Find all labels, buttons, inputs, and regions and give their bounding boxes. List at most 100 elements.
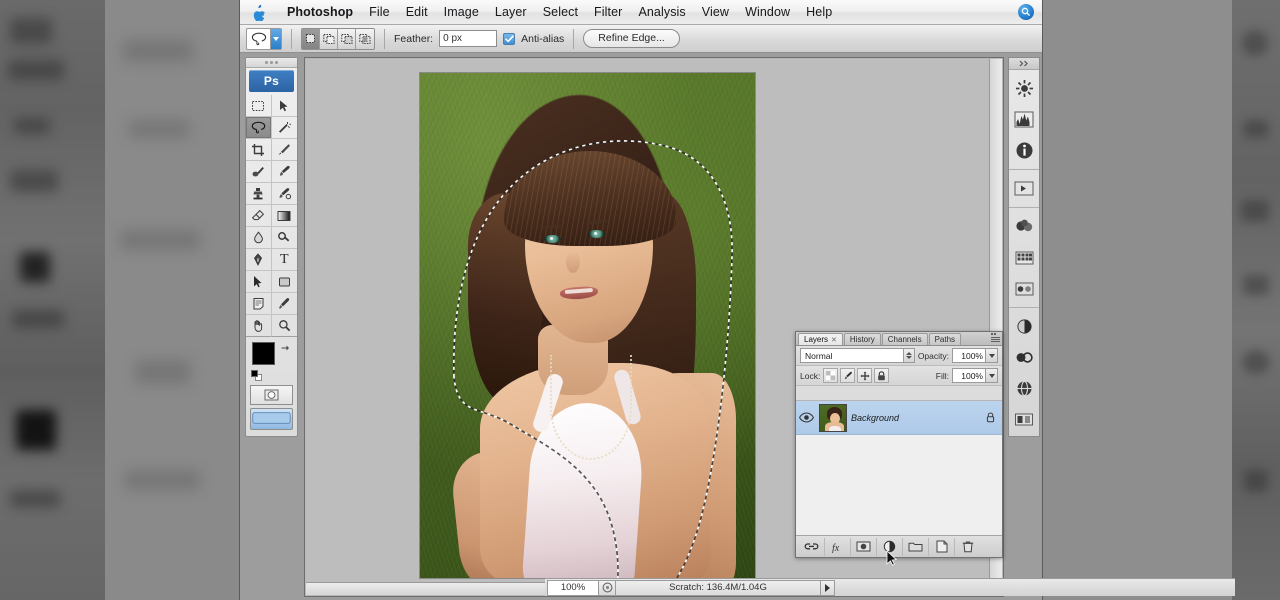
panel-menu-icon[interactable] xyxy=(991,333,1000,342)
menu-item-help[interactable]: Help xyxy=(798,0,840,25)
styles-icon[interactable] xyxy=(1009,273,1039,304)
history-brush-icon[interactable] xyxy=(271,183,297,205)
eyedropper-icon[interactable] xyxy=(271,293,297,315)
lasso-tool-icon[interactable] xyxy=(246,27,282,50)
tab-layers[interactable]: Layers ✕ xyxy=(798,333,843,345)
lock-position-button[interactable] xyxy=(857,368,873,383)
layer-mask-button[interactable] xyxy=(851,537,877,556)
color-wheel-icon[interactable] xyxy=(1009,211,1039,242)
zoom-level-field[interactable]: 100% xyxy=(547,579,599,596)
magnifier-icon[interactable] xyxy=(271,315,297,337)
dock-group-2 xyxy=(1009,170,1039,208)
new-group-button[interactable] xyxy=(903,537,929,556)
blend-mode-select[interactable]: Normal xyxy=(800,348,915,363)
menu-item-image[interactable]: Image xyxy=(436,0,487,25)
menu-item-file[interactable]: File xyxy=(361,0,398,25)
options-divider-1 xyxy=(291,28,292,49)
foreground-color-swatch[interactable] xyxy=(252,342,275,365)
selection-mode-group xyxy=(301,27,375,50)
move-arrow-icon[interactable] xyxy=(271,95,297,117)
path-arrow-icon[interactable] xyxy=(246,271,272,293)
new-selection-button[interactable] xyxy=(302,28,320,49)
eye-icon[interactable] xyxy=(798,409,815,426)
link-layers-button[interactable] xyxy=(799,537,825,556)
menu-item-photoshop[interactable]: Photoshop xyxy=(279,0,361,25)
lock-fill-row: Lock: Fill: 100% xyxy=(796,366,1002,386)
clone-stamp-icon[interactable] xyxy=(246,183,272,205)
marquee-tool-button[interactable] xyxy=(246,95,272,117)
layer-comps-icon[interactable] xyxy=(1009,404,1039,435)
menu-bar: Photoshop File Edit Image Layer Select F… xyxy=(240,0,1042,25)
magic-wand-icon[interactable] xyxy=(271,117,297,139)
chevron-down-icon[interactable] xyxy=(270,28,281,49)
document-preview-icon[interactable] xyxy=(599,579,616,596)
layer-style-button[interactable]: fx xyxy=(825,537,851,556)
menu-item-select[interactable]: Select xyxy=(535,0,586,25)
lock-transparent-pixels-button[interactable] xyxy=(823,368,839,383)
slice-knife-icon[interactable] xyxy=(271,139,297,161)
dodge-icon[interactable] xyxy=(271,227,297,249)
layer-thumbnail[interactable] xyxy=(819,403,847,432)
gradient-icon[interactable] xyxy=(271,205,297,227)
menu-item-layer[interactable]: Layer xyxy=(487,0,535,25)
animation-frames-icon[interactable] xyxy=(1009,173,1039,204)
lock-all-button[interactable] xyxy=(874,368,890,383)
swap-colors-icon[interactable] xyxy=(280,341,290,351)
chevron-updown-icon[interactable] xyxy=(902,349,914,362)
opacity-value[interactable]: 100% xyxy=(952,348,986,363)
photo-image[interactable] xyxy=(419,72,756,579)
character-icon[interactable] xyxy=(1009,373,1039,404)
crop-tool-icon[interactable] xyxy=(246,139,272,161)
antialias-checkbox[interactable] xyxy=(503,32,516,45)
rectangle-shape-icon[interactable] xyxy=(271,271,297,293)
screen-mode-icon[interactable] xyxy=(250,408,293,430)
fill-value[interactable]: 100% xyxy=(952,368,986,383)
table-row[interactable]: Background xyxy=(796,401,1002,435)
text-T-icon[interactable]: T xyxy=(271,249,297,271)
double-chevron-icon[interactable] xyxy=(1009,58,1039,70)
search-icon[interactable] xyxy=(1018,4,1034,20)
brush-settings-icon[interactable] xyxy=(1009,73,1039,104)
note-icon[interactable] xyxy=(246,293,272,315)
add-to-selection-button[interactable] xyxy=(320,28,338,49)
opacity-chevron-down-icon[interactable] xyxy=(986,348,998,363)
masks-icon[interactable] xyxy=(1009,342,1039,373)
refine-edge-button[interactable]: Refine Edge... xyxy=(583,29,680,48)
menu-item-view[interactable]: View xyxy=(694,0,737,25)
toolbox-drag-handle[interactable] xyxy=(246,58,297,68)
blur-drop-icon[interactable] xyxy=(246,227,272,249)
lock-image-pixels-button[interactable] xyxy=(840,368,856,383)
apple-logo-icon[interactable] xyxy=(252,4,267,21)
menu-item-window[interactable]: Window xyxy=(737,0,798,25)
layers-panel-footer: fx xyxy=(796,535,1002,557)
lasso-tool-button[interactable] xyxy=(246,117,272,139)
swatches-grid-icon[interactable] xyxy=(1009,242,1039,273)
tab-history[interactable]: History xyxy=(843,333,881,345)
adjustments-icon[interactable] xyxy=(1009,311,1039,342)
standard-mode-icon[interactable] xyxy=(250,385,293,405)
status-bar-menu-button[interactable] xyxy=(821,579,835,596)
eraser-icon[interactable] xyxy=(246,205,272,227)
hand-icon[interactable] xyxy=(246,315,272,337)
menu-item-edit[interactable]: Edit xyxy=(398,0,436,25)
info-circle-icon[interactable] xyxy=(1009,135,1039,166)
intersect-with-selection-button[interactable] xyxy=(356,28,374,49)
menu-item-filter[interactable]: Filter xyxy=(586,0,630,25)
subtract-from-selection-button[interactable] xyxy=(338,28,356,49)
layers-list[interactable]: Background xyxy=(796,400,1002,535)
close-icon[interactable]: ✕ xyxy=(831,337,837,344)
paintbrush-icon[interactable] xyxy=(271,161,297,183)
tab-paths[interactable]: Paths xyxy=(928,333,962,345)
default-colors-icon[interactable] xyxy=(251,370,262,381)
adjustment-layer-button[interactable] xyxy=(877,537,903,556)
feather-input[interactable]: 0 px xyxy=(439,30,498,47)
layer-name[interactable]: Background xyxy=(851,413,980,423)
histogram-icon[interactable] xyxy=(1009,104,1039,135)
new-layer-button[interactable] xyxy=(929,537,955,556)
tab-channels[interactable]: Channels xyxy=(881,333,928,345)
healing-brush-icon[interactable] xyxy=(246,161,272,183)
menu-item-analysis[interactable]: Analysis xyxy=(630,0,693,25)
fill-chevron-down-icon[interactable] xyxy=(986,368,998,383)
delete-layer-button[interactable] xyxy=(955,538,981,556)
pen-icon[interactable] xyxy=(246,249,272,271)
